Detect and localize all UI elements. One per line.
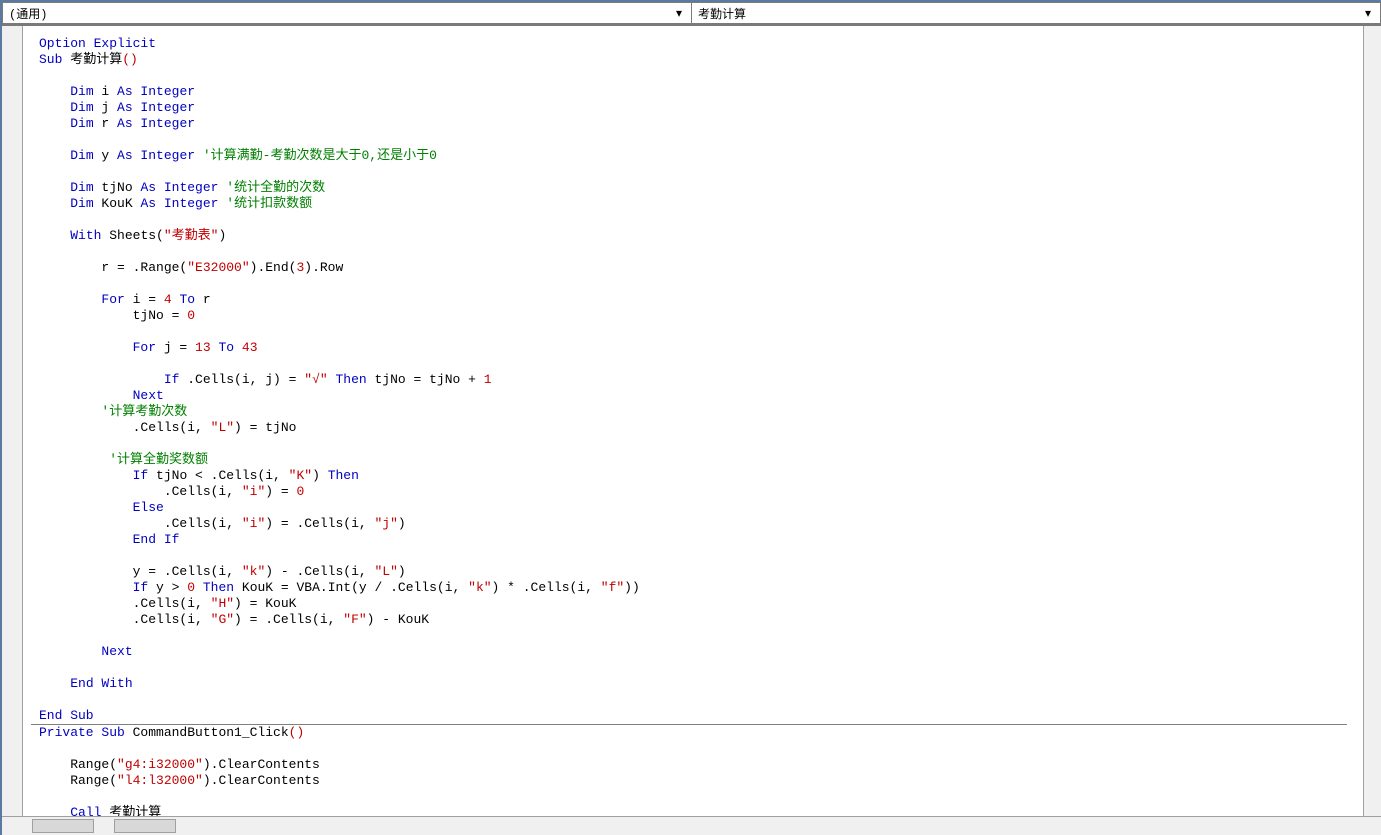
- code-line[interactable]: [39, 276, 1355, 292]
- code-line[interactable]: r = .Range("E32000").End(3).Row: [39, 260, 1355, 276]
- code-line[interactable]: Private Sub CommandButton1_Click(): [39, 725, 1355, 741]
- code-line[interactable]: [39, 548, 1355, 564]
- code-line[interactable]: Option Explicit: [39, 36, 1355, 52]
- dropdown-arrow-icon: ▾: [1360, 6, 1376, 21]
- code-line[interactable]: .Cells(i, "H") = KouK: [39, 596, 1355, 612]
- code-line[interactable]: [39, 244, 1355, 260]
- code-line[interactable]: If .Cells(i, j) = "√" Then tjNo = tjNo +…: [39, 372, 1355, 388]
- code-line[interactable]: Dim tjNo As Integer '统计全勤的次数: [39, 180, 1355, 196]
- code-line[interactable]: .Cells(i, "L") = tjNo: [39, 420, 1355, 436]
- code-line[interactable]: For i = 4 To r: [39, 292, 1355, 308]
- code-line[interactable]: End With: [39, 676, 1355, 692]
- code-line[interactable]: Next: [39, 388, 1355, 404]
- header-bar: (通用) ▾ 考勤计算 ▾: [2, 2, 1381, 25]
- code-line[interactable]: [39, 789, 1355, 805]
- code-line[interactable]: Dim KouK As Integer '统计扣款数额: [39, 196, 1355, 212]
- code-line[interactable]: Next: [39, 644, 1355, 660]
- code-line[interactable]: With Sheets("考勤表"): [39, 228, 1355, 244]
- code-line[interactable]: If y > 0 Then KouK = VBA.Int(y / .Cells(…: [39, 580, 1355, 596]
- code-line[interactable]: Dim y As Integer '计算满勤-考勤次数是大于0,还是小于0: [39, 148, 1355, 164]
- code-line[interactable]: [39, 212, 1355, 228]
- code-line[interactable]: y = .Cells(i, "k") - .Cells(i, "L"): [39, 564, 1355, 580]
- code-line[interactable]: [39, 356, 1355, 372]
- code-line[interactable]: '计算全勤奖数额: [39, 452, 1355, 468]
- object-dropdown-value: (通用): [9, 5, 47, 22]
- code-line[interactable]: [39, 324, 1355, 340]
- code-line[interactable]: [39, 628, 1355, 644]
- code-line[interactable]: tjNo = 0: [39, 308, 1355, 324]
- view-tab[interactable]: [114, 819, 176, 833]
- dropdown-arrow-icon: ▾: [671, 6, 687, 21]
- code-line[interactable]: Range("g4:i32000").ClearContents: [39, 757, 1355, 773]
- code-line[interactable]: Dim i As Integer: [39, 84, 1355, 100]
- code-line[interactable]: .Cells(i, "i") = .Cells(i, "j"): [39, 516, 1355, 532]
- code-line[interactable]: '计算考勤次数: [39, 404, 1355, 420]
- code-line[interactable]: Range("l4:l32000").ClearContents: [39, 773, 1355, 789]
- code-line[interactable]: .Cells(i, "i") = 0: [39, 484, 1355, 500]
- code-line[interactable]: If tjNo < .Cells(i, "K") Then: [39, 468, 1355, 484]
- code-pane: Option ExplicitSub 考勤计算() Dim i As Integ…: [2, 25, 1381, 835]
- vba-editor-window: (通用) ▾ 考勤计算 ▾ Option ExplicitSub 考勤计算() …: [0, 0, 1381, 835]
- code-line[interactable]: [39, 660, 1355, 676]
- procedure-dropdown-value: 考勤计算: [698, 5, 746, 22]
- procedure-dropdown[interactable]: 考勤计算 ▾: [692, 2, 1381, 24]
- code-line[interactable]: Else: [39, 500, 1355, 516]
- code-line[interactable]: Sub 考勤计算(): [39, 52, 1355, 68]
- code-line[interactable]: [39, 68, 1355, 84]
- code-line[interactable]: [39, 741, 1355, 757]
- code-line[interactable]: .Cells(i, "G") = .Cells(i, "F") - KouK: [39, 612, 1355, 628]
- code-line[interactable]: For j = 13 To 43: [39, 340, 1355, 356]
- vertical-scrollbar[interactable]: [1363, 26, 1381, 835]
- view-tab[interactable]: [32, 819, 94, 833]
- code-line[interactable]: [39, 692, 1355, 708]
- code-line[interactable]: [39, 132, 1355, 148]
- code-line[interactable]: [39, 164, 1355, 180]
- code-line[interactable]: End If: [39, 532, 1355, 548]
- code-line[interactable]: [39, 436, 1355, 452]
- code-line[interactable]: Dim j As Integer: [39, 100, 1355, 116]
- object-dropdown[interactable]: (通用) ▾: [2, 2, 692, 24]
- code-line[interactable]: Dim r As Integer: [39, 116, 1355, 132]
- indicator-margin: [2, 26, 23, 835]
- code-line[interactable]: End Sub: [39, 708, 1355, 724]
- bottom-strip: [2, 816, 1381, 835]
- code-editor[interactable]: Option ExplicitSub 考勤计算() Dim i As Integ…: [23, 26, 1363, 835]
